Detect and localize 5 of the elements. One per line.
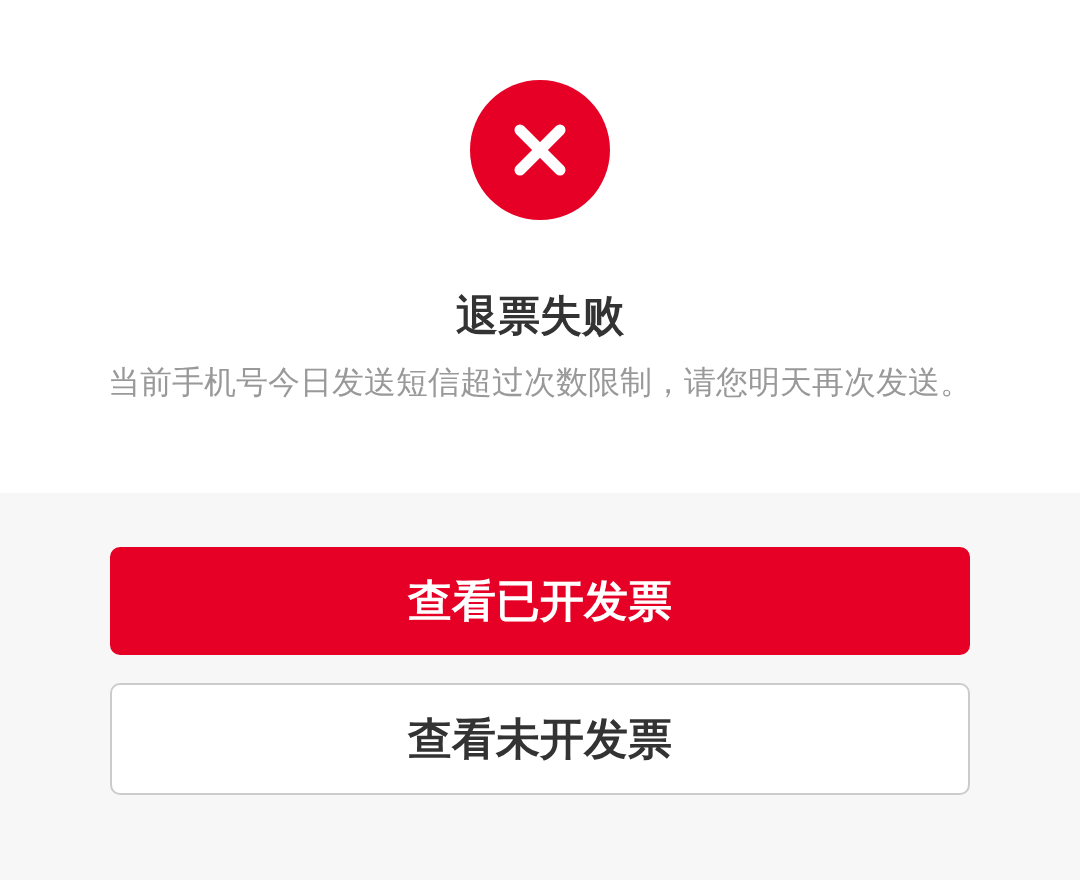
action-button[interactable]: 查看已开发票 [110, 547, 970, 655]
action-button[interactable]: 查看未开发票 [110, 683, 970, 795]
result-message: 当前手机号今日发送短信超过次数限制，请您明天再次发送。 [108, 362, 972, 403]
error-icon [470, 80, 610, 220]
result-title: 退票失败 [456, 290, 624, 342]
